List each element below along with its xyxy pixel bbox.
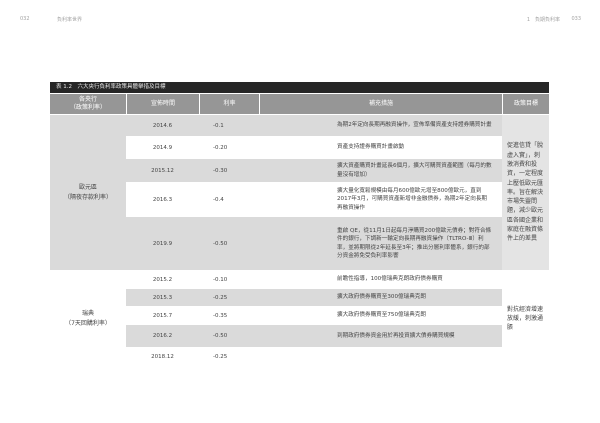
bank-cell-euro: 歐元區 （隔夜存款利率） <box>50 115 126 270</box>
date-cell: 2014.9 <box>152 144 173 151</box>
header-bank: 各央行 （政策利率） <box>50 94 126 114</box>
header-date: 宣佈時間 <box>127 94 199 114</box>
header-rate: 利率 <box>200 94 259 114</box>
rate-cell: -0.1 <box>213 122 224 129</box>
table-title: 表 1.2 六大央行負利率政策具體舉措及目標 <box>50 82 549 93</box>
rate-cell: -0.50 <box>213 333 228 339</box>
table-header: 各央行 （政策利率） 宣佈時間 利率 補充措施 政策目標 <box>50 94 549 114</box>
left-running-title: 負利率世界 <box>57 17 83 23</box>
measures-cell: 資產支持證券購買計畫啟動 <box>337 144 405 151</box>
measures-cell: 前瞻性指導，100億瑞典克朗政府債券購買 <box>337 276 443 283</box>
measures-cell: 擴大政府債券購買至300億瑞典克朗 <box>337 294 426 301</box>
measures-cell: 擴大政府債券購買至750億瑞典克朗 <box>337 312 426 319</box>
header-goal: 政策目標 <box>503 94 549 114</box>
rate-cell: -0.10 <box>213 276 228 283</box>
measures-cell: 擴大量化寬鬆規模由每月600億歐元增至800億歐元，直到2017年3月，可購買資… <box>337 187 488 211</box>
bank-name-euro: 歐元區 <box>78 183 97 191</box>
date-cell: 2015.7 <box>152 312 173 319</box>
goal-cell-sweden: 對抗經濟增速放緩，刺激通脹 <box>502 271 549 366</box>
date-cell: 2016.3 <box>152 196 173 203</box>
measures-cell: 為期2年定向長期再融資操作，宣佈準備資產支持證券購買計畫 <box>337 122 492 129</box>
date-cell: 2018.12 <box>151 354 174 360</box>
measures-cell <box>259 348 502 366</box>
header-measures: 補充措施 <box>260 94 502 114</box>
date-cell: 2015.2 <box>152 276 173 283</box>
date-cell: 2016.2 <box>152 333 173 339</box>
bank-policy-rate-sweden: （7天回購利率） <box>65 319 111 327</box>
rate-cell: -0.25 <box>213 354 228 360</box>
date-cell: 2019.9 <box>152 240 173 247</box>
date-cell: 2015.3 <box>152 294 173 301</box>
measures-cell: 重啟 QE，從11月1日起每月淨購買200億歐元債券；對符合條件的銀行，下調新一… <box>337 227 492 259</box>
right-running-title: 1 負期負利率 <box>526 17 560 23</box>
left-page-number: 032 <box>20 16 30 22</box>
measures-cell: 擴大資產購買計畫延長6個月，擴大可購買資產範圍（每月的數量沒有增加） <box>337 163 492 178</box>
date-cell: 2015.12 <box>151 167 174 174</box>
header-bank-line1: 各央行 <box>78 96 97 104</box>
rate-cell: -0.35 <box>213 312 228 319</box>
goal-text-euro: 促進信貸「脫虛入實」，刺激消費和投資，一定程度上壓低歐元匯率。旨在解決市場失靈問… <box>507 142 544 243</box>
date-cell: 2014.6 <box>152 122 173 129</box>
rate-cell: -0.30 <box>213 167 228 174</box>
policy-table: 各央行 （政策利率） 宣佈時間 利率 補充措施 政策目標 歐元區 （隔夜存款利率… <box>50 94 549 366</box>
right-page-number: 033 <box>571 16 581 22</box>
goal-cell-euro: 促進信貸「脫虛入實」，刺激消費和投資，一定程度上壓低歐元匯率。旨在解決市場失靈問… <box>502 115 549 270</box>
rate-cell: -0.50 <box>213 240 228 247</box>
bank-cell-sweden: 瑞典 （7天回購利率） <box>50 271 126 366</box>
rate-cell: -0.25 <box>213 294 228 301</box>
rate-cell: -0.20 <box>213 144 228 151</box>
bank-policy-rate-euro: （隔夜存款利率） <box>63 193 112 201</box>
bank-name-sweden: 瑞典 <box>81 309 94 317</box>
goal-text-sweden: 對抗經濟增速放緩，刺激通脹 <box>507 305 544 332</box>
measures-cell: 到期政府債券資金用於再投資擴大債券購買規模 <box>337 332 455 339</box>
rate-cell: -0.4 <box>213 196 224 203</box>
header-bank-line2: （政策利率） <box>69 104 106 111</box>
